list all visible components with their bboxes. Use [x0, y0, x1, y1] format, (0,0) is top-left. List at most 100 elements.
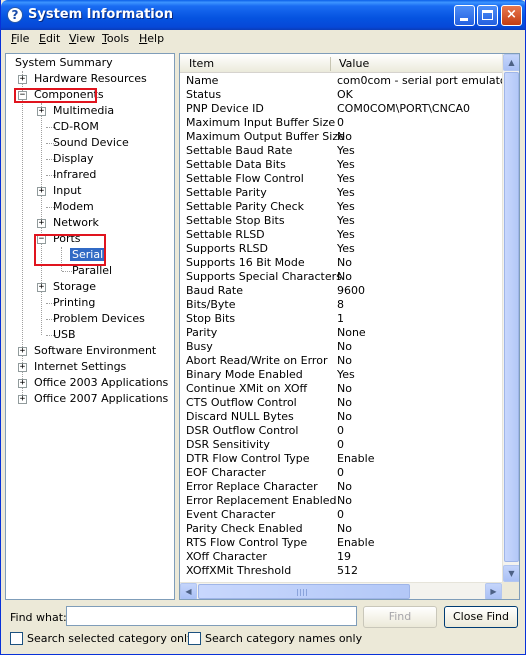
- tree-item-cd-rom[interactable]: CD-ROM: [53, 119, 99, 135]
- expand-icon[interactable]: +: [18, 75, 27, 84]
- table-row[interactable]: Name com0com - serial port emulator: [180, 74, 511, 88]
- list-header: Item Value: [180, 54, 503, 73]
- expand-icon[interactable]: +: [18, 395, 27, 404]
- expand-icon[interactable]: +: [18, 363, 27, 372]
- expand-icon[interactable]: +: [37, 107, 46, 116]
- tree-item-network[interactable]: Network: [53, 215, 99, 231]
- menu-help[interactable]: Help: [139, 32, 164, 45]
- find-what-input[interactable]: [66, 606, 357, 626]
- tree-item-sound-device[interactable]: Sound Device: [53, 135, 129, 151]
- table-row[interactable]: Parity None: [180, 326, 503, 340]
- tree-item-office-2003-applications[interactable]: Office 2003 Applications: [34, 375, 168, 391]
- table-row[interactable]: EOF Character 0: [180, 466, 503, 480]
- scroll-up-button[interactable]: ▲: [503, 54, 519, 71]
- table-row[interactable]: DSR Sensitivity 0: [180, 438, 503, 452]
- tree-item-hardware-resources[interactable]: Hardware Resources: [34, 71, 147, 87]
- tree-item-input[interactable]: Input: [53, 183, 81, 199]
- table-row[interactable]: Supports 16 Bit Mode No: [180, 256, 503, 270]
- table-row[interactable]: Error Replacement Enabled No: [180, 494, 503, 508]
- column-header-item[interactable]: Item: [189, 57, 214, 70]
- table-row[interactable]: Bits/Byte 8: [180, 298, 503, 312]
- expand-icon[interactable]: +: [18, 347, 27, 356]
- table-row[interactable]: Status OK: [180, 88, 503, 102]
- table-row[interactable]: Settable Flow Control Yes: [180, 172, 503, 186]
- row-item: PNP Device ID: [186, 102, 264, 115]
- table-row[interactable]: Binary Mode Enabled Yes: [180, 368, 503, 382]
- table-row[interactable]: Error Replace Character No: [180, 480, 503, 494]
- tree-item-multimedia[interactable]: Multimedia: [53, 103, 114, 119]
- horizontal-scroll-thumb[interactable]: [198, 584, 410, 599]
- column-divider[interactable]: [330, 57, 331, 71]
- column-header-value[interactable]: Value: [339, 57, 369, 70]
- tree-item-infrared[interactable]: Infrared: [53, 167, 96, 183]
- tree-item-printing[interactable]: Printing: [53, 295, 95, 311]
- table-row[interactable]: Settable Stop Bits Yes: [180, 214, 503, 228]
- scroll-right-button[interactable]: ▶: [485, 583, 502, 599]
- table-row[interactable]: Supports Special Characters No: [180, 270, 503, 284]
- table-row[interactable]: Maximum Input Buffer Size 0: [180, 116, 503, 130]
- tree-item-problem-devices[interactable]: Problem Devices: [53, 311, 145, 327]
- tree-item-system-summary[interactable]: System Summary: [15, 55, 113, 71]
- table-row[interactable]: Stop Bits 1: [180, 312, 503, 326]
- search-selected-category-checkbox[interactable]: [10, 632, 23, 645]
- search-selected-category-label[interactable]: Search selected category only: [27, 632, 194, 645]
- table-row[interactable]: Continue XMit on XOff No: [180, 382, 503, 396]
- tree-item-storage[interactable]: Storage: [53, 279, 96, 295]
- title-bar[interactable]: ? System Information ×: [1, 0, 525, 30]
- tree-item-office-2007-applications[interactable]: Office 2007 Applications: [34, 391, 168, 407]
- table-row[interactable]: Busy No: [180, 340, 503, 354]
- table-row[interactable]: XOff Character 19: [180, 550, 503, 564]
- tree-item-modem[interactable]: Modem: [53, 199, 94, 215]
- table-row[interactable]: Maximum Output Buffer Size No: [180, 130, 503, 144]
- tree-item-usb[interactable]: USB: [53, 327, 76, 343]
- row-item: Maximum Output Buffer Size: [186, 130, 345, 143]
- menu-tools[interactable]: Tools: [102, 32, 129, 45]
- table-row[interactable]: Abort Read/Write on Error No: [180, 354, 503, 368]
- tree-item-software-environment[interactable]: Software Environment: [34, 343, 156, 359]
- ports-serial-highlight-box: [34, 234, 106, 266]
- vertical-scroll-thumb[interactable]: [504, 72, 519, 562]
- tree-item-display[interactable]: Display: [53, 151, 94, 167]
- scroll-down-button[interactable]: ▼: [503, 565, 519, 582]
- table-row[interactable]: Settable RLSD Yes: [180, 228, 503, 242]
- table-row[interactable]: Parity Check Enabled No: [180, 522, 503, 536]
- expand-icon[interactable]: +: [37, 219, 46, 228]
- table-row[interactable]: Settable Baud Rate Yes: [180, 144, 503, 158]
- minimize-button[interactable]: [454, 5, 475, 26]
- close-button[interactable]: ×: [501, 5, 522, 26]
- table-row[interactable]: CTS Outflow Control No: [180, 396, 503, 410]
- menu-view[interactable]: View: [69, 32, 95, 45]
- table-row[interactable]: Settable Data Bits Yes: [180, 158, 503, 172]
- row-item: Name: [186, 74, 219, 87]
- find-button[interactable]: Find: [363, 606, 437, 628]
- table-row[interactable]: DTR Flow Control Type Enable: [180, 452, 503, 466]
- row-value: Enable: [337, 452, 375, 465]
- maximize-button[interactable]: [477, 5, 498, 26]
- horizontal-scrollbar[interactable]: ◀ ▶: [180, 582, 502, 599]
- scroll-grip: [306, 589, 307, 596]
- search-category-names-label[interactable]: Search category names only: [205, 632, 362, 645]
- tree-item-internet-settings[interactable]: Internet Settings: [34, 359, 126, 375]
- table-row[interactable]: DSR Outflow Control 0: [180, 424, 503, 438]
- vertical-scrollbar[interactable]: ▲ ▼: [502, 54, 519, 582]
- search-category-names-checkbox[interactable]: [188, 632, 201, 645]
- menu-file[interactable]: File: [11, 32, 29, 45]
- table-row[interactable]: Baud Rate 9600: [180, 284, 503, 298]
- table-row[interactable]: Settable Parity Yes: [180, 186, 503, 200]
- table-row[interactable]: Settable Parity Check Yes: [180, 200, 503, 214]
- category-tree[interactable]: System Summary + Hardware Resources − Co…: [5, 53, 175, 600]
- table-row[interactable]: Event Character 0: [180, 508, 503, 522]
- row-value: No: [337, 494, 352, 507]
- table-row[interactable]: Supports RLSD Yes: [180, 242, 503, 256]
- menu-edit[interactable]: Edit: [39, 32, 60, 45]
- close-find-button[interactable]: Close Find: [444, 606, 518, 628]
- table-row[interactable]: XOffXMit Threshold 512: [180, 564, 503, 578]
- scroll-left-button[interactable]: ◀: [180, 583, 197, 599]
- table-row[interactable]: PNP Device ID COM0COM\PORT\CNCA0: [180, 102, 503, 116]
- details-list[interactable]: Item Value Name com0com - serial port emu…: [179, 53, 520, 600]
- table-row[interactable]: Discard NULL Bytes No: [180, 410, 503, 424]
- expand-icon[interactable]: +: [18, 379, 27, 388]
- table-row[interactable]: RTS Flow Control Type Enable: [180, 536, 503, 550]
- expand-icon[interactable]: +: [37, 187, 46, 196]
- expand-icon[interactable]: +: [37, 283, 46, 292]
